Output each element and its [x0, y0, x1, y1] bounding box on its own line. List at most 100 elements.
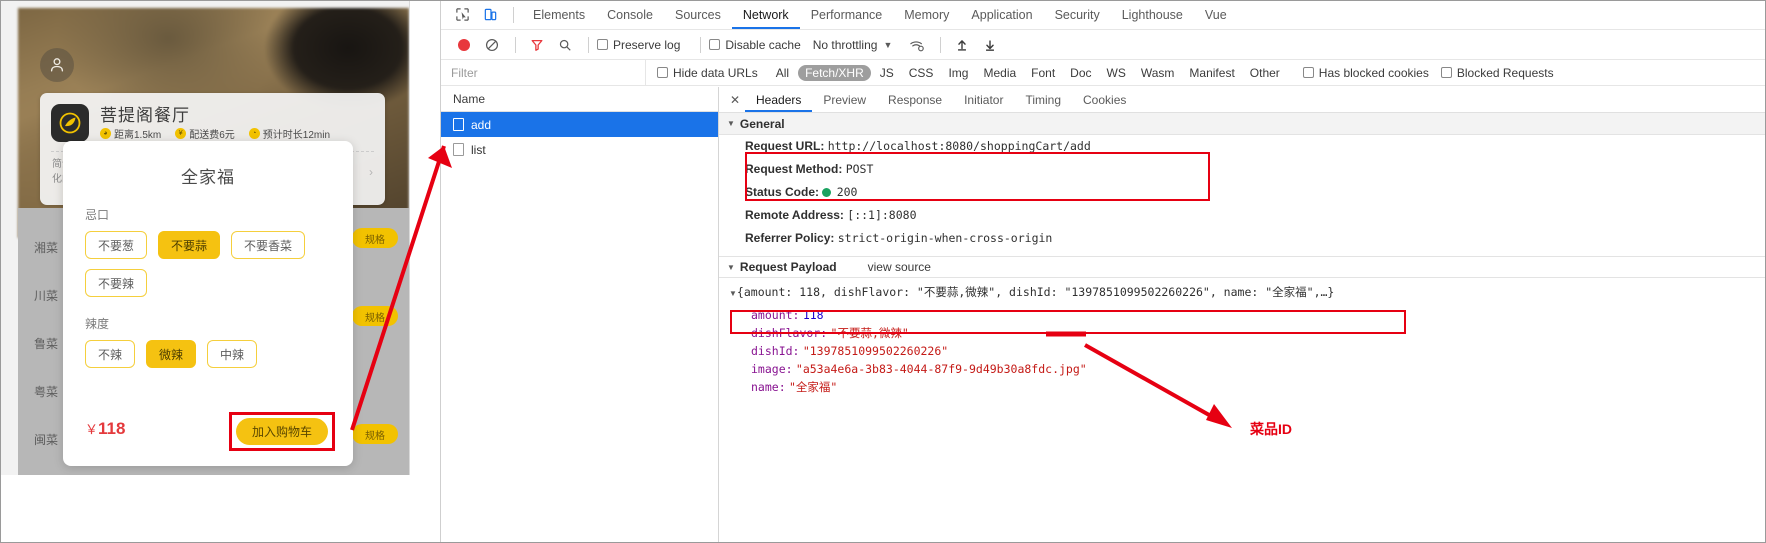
- request-name: add: [471, 118, 491, 132]
- type-filter-font[interactable]: Font: [1025, 66, 1061, 80]
- request-row-list[interactable]: list: [441, 137, 718, 162]
- dish-spec-button[interactable]: 规格: [352, 228, 398, 248]
- import-har-icon[interactable]: [949, 34, 975, 56]
- flavor-chip-bu-yao-xiangcai[interactable]: 不要香菜: [231, 231, 305, 259]
- tab-application[interactable]: Application: [960, 0, 1043, 29]
- payload-value: "全家福": [789, 380, 837, 394]
- preserve-log-checkbox[interactable]: Preserve log: [597, 38, 680, 52]
- chevron-down-icon: ▼: [729, 289, 737, 298]
- request-tab-headers[interactable]: Headers: [745, 87, 812, 112]
- tab-vue[interactable]: Vue: [1194, 0, 1238, 29]
- wifi-settings-icon[interactable]: [904, 34, 930, 56]
- filter-input[interactable]: Filter: [441, 60, 646, 85]
- tab-memory[interactable]: Memory: [893, 0, 960, 29]
- meta-delivery-fee: ¥ 配送费6元: [175, 126, 235, 141]
- flavor-group-jikou: 不要葱 不要蒜 不要香菜: [85, 231, 353, 259]
- payload-value: "1397851099502260226": [803, 344, 948, 358]
- general-row-status-code: Status Code: 200: [719, 181, 1766, 204]
- view-source-link[interactable]: view source: [868, 260, 931, 274]
- has-blocked-cookies-label: Has blocked cookies: [1319, 66, 1429, 80]
- dish-spec-button[interactable]: 规格: [352, 306, 398, 326]
- add-to-cart-button[interactable]: 加入购物车: [236, 418, 328, 445]
- tab-console[interactable]: Console: [596, 0, 664, 29]
- money-bag-icon: ¥: [175, 128, 186, 139]
- flavor-chip-bu-yao-la[interactable]: 不要辣: [85, 269, 147, 297]
- preserve-log-label: Preserve log: [613, 38, 680, 52]
- has-blocked-cookies-checkbox[interactable]: Has blocked cookies: [1303, 66, 1429, 80]
- tab-sources[interactable]: Sources: [664, 0, 732, 29]
- hide-data-urls-checkbox[interactable]: Hide data URLs: [657, 66, 758, 80]
- clear-icon[interactable]: [479, 34, 505, 56]
- request-row-add[interactable]: add: [441, 112, 718, 137]
- spice-group-label: 辣度: [85, 315, 353, 332]
- referrer-policy-key: Referrer Policy:: [745, 231, 834, 245]
- request-method-value: POST: [846, 162, 874, 176]
- request-tab-response[interactable]: Response: [877, 87, 953, 112]
- remote-address-value: [::1]:8080: [847, 208, 916, 222]
- disable-cache-checkbox[interactable]: Disable cache: [709, 38, 800, 52]
- tab-elements[interactable]: Elements: [522, 0, 596, 29]
- general-row-remote-address: Remote Address: [::1]:8080: [719, 204, 1766, 227]
- dish-modal-footer: ￥118 加入购物车: [63, 412, 353, 452]
- hide-data-urls-label: Hide data URLs: [673, 66, 758, 80]
- throttling-select[interactable]: No throttling ▼: [813, 38, 893, 52]
- add-to-cart-highlight: 加入购物车: [229, 412, 335, 451]
- app-preview-panel: 菩提阁餐厅 ◕ 距离1.5km ¥ 配送费6元 ◔ 预计时长12min 简介化的…: [0, 0, 410, 475]
- throttling-value: No throttling: [813, 38, 878, 52]
- request-tab-timing[interactable]: Timing: [1014, 87, 1072, 112]
- spice-chip-bu-la[interactable]: 不辣: [85, 340, 135, 368]
- devtools-tabbar: Elements Console Sources Network Perform…: [441, 0, 1766, 30]
- search-icon[interactable]: [552, 34, 578, 56]
- type-filter-css[interactable]: CSS: [903, 66, 940, 80]
- dish-spec-button[interactable]: 规格: [352, 424, 398, 444]
- spice-chip-zhong-la[interactable]: 中辣: [207, 340, 257, 368]
- type-filter-media[interactable]: Media: [977, 66, 1022, 80]
- toolbar-separator: [940, 37, 941, 53]
- leaf-logo-icon: [57, 110, 83, 136]
- payload-summary-row[interactable]: ▼{amount: 118, dishFlavor: "不要蒜,微辣", dis…: [719, 283, 1766, 303]
- toolbar-separator: [588, 37, 589, 53]
- payload-value: "a53a4e6a-3b83-4044-87f9-9d49b30a8fdc.jp…: [796, 362, 1087, 376]
- clock-icon: ◕: [100, 128, 111, 139]
- meta-eta: ◔ 预计时长12min: [249, 126, 330, 141]
- request-url-key: Request URL:: [745, 139, 824, 153]
- type-filter-img[interactable]: Img: [942, 66, 974, 80]
- restaurant-logo: [51, 104, 89, 142]
- inspect-element-icon[interactable]: [449, 4, 475, 26]
- payload-section-header[interactable]: ▼ Request Payload view source: [719, 256, 1766, 278]
- type-filter-other[interactable]: Other: [1244, 66, 1286, 80]
- type-filter-fetch-xhr[interactable]: Fetch/XHR: [798, 65, 871, 81]
- blocked-requests-checkbox[interactable]: Blocked Requests: [1441, 66, 1554, 80]
- type-filter-manifest[interactable]: Manifest: [1183, 66, 1240, 80]
- general-row-referrer-policy: Referrer Policy: strict-origin-when-cros…: [719, 227, 1766, 250]
- user-avatar[interactable]: [40, 48, 74, 82]
- type-filter-all[interactable]: All: [770, 66, 795, 80]
- request-tab-preview[interactable]: Preview: [812, 87, 877, 112]
- chevron-down-icon: ▼: [727, 119, 735, 128]
- request-name: list: [471, 143, 486, 157]
- type-filter-js[interactable]: JS: [874, 66, 900, 80]
- request-detail-tabs: ✕ Headers Preview Response Initiator Tim…: [719, 87, 1766, 113]
- disable-cache-label: Disable cache: [725, 38, 800, 52]
- type-filter-wasm[interactable]: Wasm: [1135, 66, 1181, 80]
- record-button[interactable]: [451, 34, 477, 56]
- request-tab-cookies[interactable]: Cookies: [1072, 87, 1137, 112]
- request-tab-initiator[interactable]: Initiator: [953, 87, 1014, 112]
- flavor-chip-bu-yao-suan[interactable]: 不要蒜: [158, 231, 220, 259]
- tab-lighthouse[interactable]: Lighthouse: [1111, 0, 1194, 29]
- chevron-down-icon: ▼: [883, 40, 892, 50]
- export-har-icon[interactable]: [977, 34, 1003, 56]
- tab-performance[interactable]: Performance: [800, 0, 894, 29]
- spice-chip-wei-la[interactable]: 微辣: [146, 340, 196, 368]
- general-section-header[interactable]: ▼ General: [719, 113, 1766, 135]
- filter-icon[interactable]: [524, 34, 550, 56]
- general-row-request-url: Request URL: http://localhost:8080/shopp…: [719, 135, 1766, 158]
- close-icon[interactable]: ✕: [725, 93, 745, 107]
- tab-security[interactable]: Security: [1044, 0, 1111, 29]
- tab-network[interactable]: Network: [732, 0, 800, 29]
- chevron-right-icon[interactable]: ›: [369, 165, 373, 179]
- device-toolbar-icon[interactable]: [477, 4, 503, 26]
- type-filter-ws[interactable]: WS: [1101, 66, 1132, 80]
- flavor-chip-bu-yao-cong[interactable]: 不要葱: [85, 231, 147, 259]
- type-filter-doc[interactable]: Doc: [1064, 66, 1097, 80]
